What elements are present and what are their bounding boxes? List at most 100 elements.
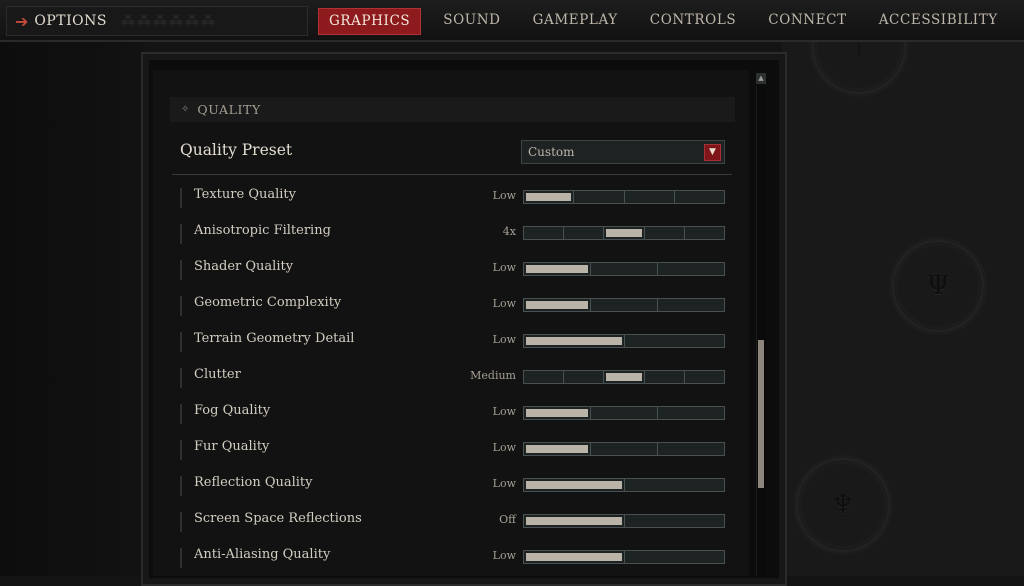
rune-sigil-icon: ♆: [796, 458, 890, 552]
scroll-up-button[interactable]: ▲: [756, 73, 766, 84]
slider-segment-selected[interactable]: [524, 191, 573, 203]
setting-slider[interactable]: [523, 478, 725, 492]
slider-segment[interactable]: [657, 407, 724, 419]
setting-slider[interactable]: [523, 406, 725, 420]
setting-row: Terrain Geometry Detail Low: [178, 330, 738, 366]
setting-label: Fog Quality: [194, 403, 271, 418]
row-marker: [180, 224, 182, 244]
slider-segment[interactable]: [683, 227, 724, 239]
slider-segment-selected[interactable]: [524, 263, 590, 275]
scrollbar-track[interactable]: [756, 86, 766, 576]
setting-slider[interactable]: [523, 550, 725, 564]
setting-value: 4x: [502, 225, 516, 238]
setting-value: Low: [492, 477, 516, 490]
slider-segment[interactable]: [657, 263, 724, 275]
setting-slider[interactable]: [523, 298, 725, 312]
tab-accessibility[interactable]: ACCESSIBILITY: [869, 8, 1008, 33]
setting-value: Low: [492, 297, 516, 310]
setting-slider[interactable]: [523, 226, 725, 240]
setting-label: Terrain Geometry Detail: [194, 331, 355, 346]
slider-segment-selected[interactable]: [524, 551, 624, 563]
slider-segment[interactable]: [623, 515, 725, 527]
tab-bar: GRAPHICS SOUND GAMEPLAY CONTROLS CONNECT ACCE…: [318, 8, 1020, 35]
setting-row: Shader Quality Low: [178, 258, 738, 294]
slider-segment[interactable]: [657, 443, 724, 455]
row-marker: [180, 512, 182, 532]
options-header[interactable]: ➔ OPTIONS ⁂⁂⁂⁂⁂⁂: [6, 6, 308, 36]
options-title: OPTIONS: [34, 13, 107, 29]
arrow-right-icon: ➔: [15, 11, 29, 31]
setting-value: Medium: [470, 369, 516, 382]
setting-row: Reflection Quality Low: [178, 474, 738, 510]
setting-value: Low: [492, 261, 516, 274]
quality-preset-dropdown[interactable]: Custom ▼: [521, 140, 725, 164]
row-marker: [180, 332, 182, 352]
tab-sound[interactable]: SOUND: [433, 8, 510, 33]
setting-slider[interactable]: [523, 190, 725, 204]
setting-row: Anisotropic Filtering 4x: [178, 222, 738, 258]
slider-segment[interactable]: [673, 191, 724, 203]
slider-segment[interactable]: [623, 191, 674, 203]
slider-segment[interactable]: [683, 371, 724, 383]
slider-segment[interactable]: [623, 335, 725, 347]
background-left: [0, 40, 145, 576]
divider: [172, 174, 732, 175]
setting-value: Low: [492, 549, 516, 562]
slider-segment-selected[interactable]: [524, 479, 624, 491]
setting-slider[interactable]: [523, 334, 725, 348]
slider-segment[interactable]: [524, 371, 563, 383]
row-marker: [180, 548, 182, 568]
background-right: ᛉ Ψ ♆: [782, 0, 1024, 576]
slider-segment[interactable]: [573, 191, 623, 203]
slider-segment-selected[interactable]: [524, 407, 590, 419]
setting-row: Anti-Aliasing Quality Low: [178, 546, 738, 582]
row-marker: [180, 476, 182, 496]
scrollbar-thumb[interactable]: [758, 340, 764, 488]
setting-row: Texture Quality Low: [178, 186, 738, 222]
slider-segment-selected[interactable]: [524, 443, 590, 455]
setting-value: Low: [492, 333, 516, 346]
slider-segment[interactable]: [563, 371, 603, 383]
slider-segment[interactable]: [590, 407, 657, 419]
slider-segment-selected[interactable]: [524, 335, 624, 347]
section-header-quality[interactable]: ✧ QUALITY: [170, 97, 735, 122]
slider-segment-selected[interactable]: [603, 227, 643, 239]
setting-slider[interactable]: [523, 370, 725, 384]
setting-label: Geometric Complexity: [194, 295, 342, 310]
tab-graphics[interactable]: GRAPHICS: [318, 8, 422, 35]
setting-row: Geometric Complexity Low: [178, 294, 738, 330]
chevron-down-icon[interactable]: ▼: [704, 143, 721, 161]
row-marker: [180, 368, 182, 388]
slider-segment-selected[interactable]: [524, 299, 590, 311]
setting-value: Low: [492, 441, 516, 454]
slider-segment[interactable]: [623, 479, 725, 491]
slider-segment[interactable]: [657, 299, 724, 311]
slider-segment[interactable]: [643, 227, 684, 239]
setting-slider[interactable]: [523, 262, 725, 276]
tab-controls[interactable]: CONTROLS: [640, 8, 746, 33]
slider-segment[interactable]: [643, 371, 684, 383]
slider-segment[interactable]: [563, 227, 603, 239]
setting-value: Low: [492, 405, 516, 418]
slider-segment[interactable]: [524, 227, 563, 239]
tab-gameplay[interactable]: GAMEPLAY: [523, 8, 628, 33]
slider-segment[interactable]: [623, 551, 725, 563]
dropdown-value: Custom: [528, 145, 575, 159]
slider-segment-selected[interactable]: [524, 515, 624, 527]
settings-list: Texture Quality Low Anisotropic Filtering 4…: [178, 186, 738, 582]
slider-segment[interactable]: [590, 299, 657, 311]
setting-label: Texture Quality: [194, 187, 296, 202]
slider-segment-selected[interactable]: [603, 371, 643, 383]
tab-connect[interactable]: CONNECT: [758, 8, 856, 33]
row-marker: [180, 296, 182, 316]
setting-label: Fur Quality: [194, 439, 270, 454]
slider-segment[interactable]: [590, 443, 657, 455]
setting-row: Screen Space Reflections Off: [178, 510, 738, 546]
quality-preset-label: Quality Preset: [180, 141, 293, 159]
setting-slider[interactable]: [523, 514, 725, 528]
setting-slider[interactable]: [523, 442, 725, 456]
setting-label: Screen Space Reflections: [194, 511, 362, 526]
setting-row: Fog Quality Low: [178, 402, 738, 438]
slider-segment[interactable]: [590, 263, 657, 275]
setting-row: Fur Quality Low: [178, 438, 738, 474]
